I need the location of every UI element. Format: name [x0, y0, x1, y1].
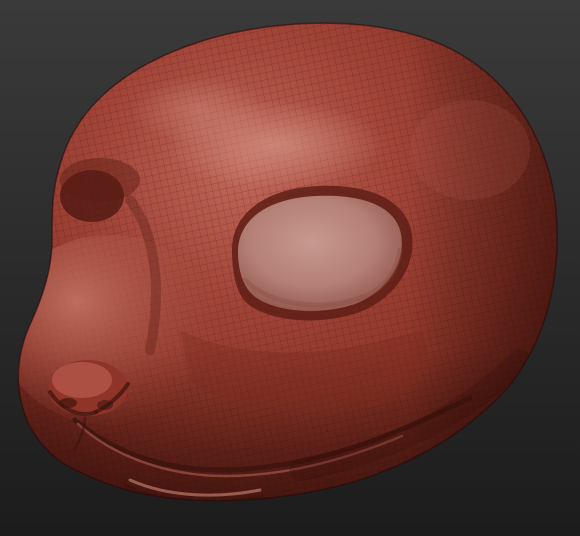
- nose: [48, 360, 130, 416]
- right-nostril: [97, 400, 113, 410]
- left-nostril: [59, 398, 77, 408]
- sculpt-render: [0, 0, 580, 536]
- sculpt-viewport[interactable]: [0, 0, 580, 536]
